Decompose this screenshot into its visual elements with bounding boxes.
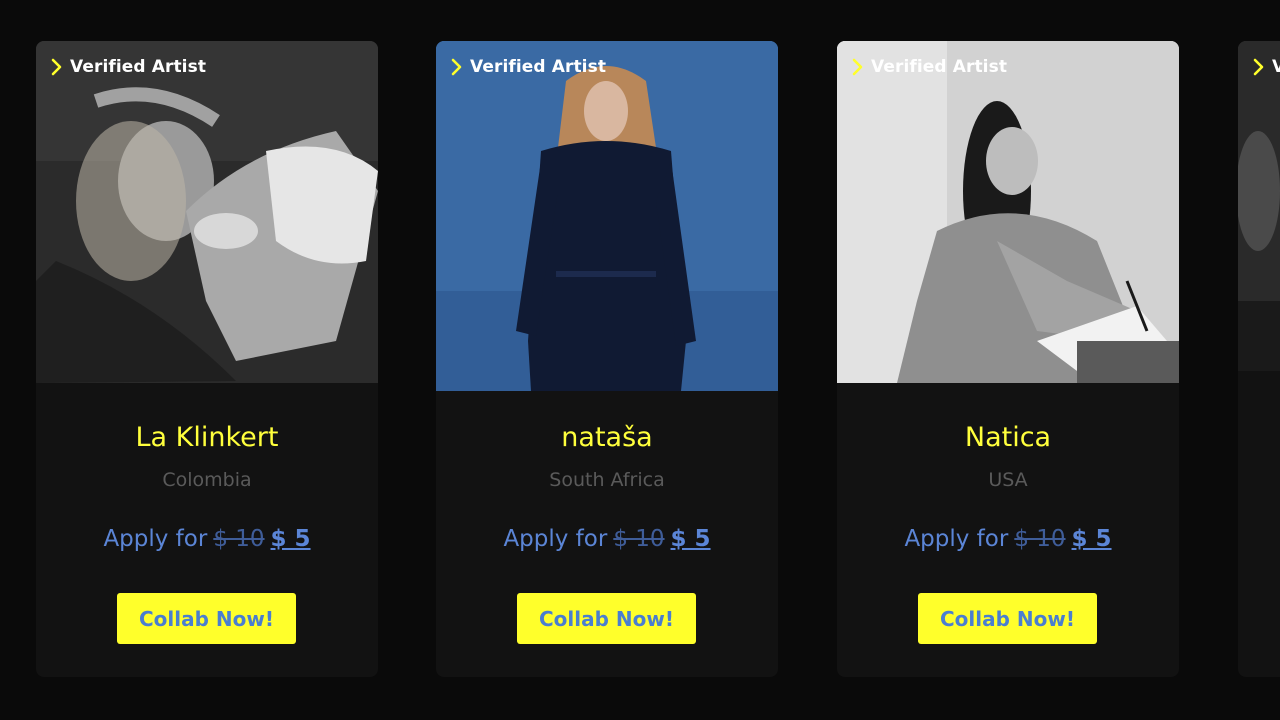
price-row: Apply for $ 10 $ 5	[837, 526, 1179, 552]
old-price: $ 10	[213, 526, 265, 552]
chevron-right-icon	[1253, 58, 1264, 76]
artist-photo-art	[1238, 41, 1280, 371]
badge-label: Verified Artist	[70, 57, 207, 77]
apply-label: Apply for	[103, 526, 208, 552]
old-price: $ 10	[1014, 526, 1066, 552]
badge-label: V	[1272, 57, 1280, 77]
apply-label: Apply for	[904, 526, 1009, 552]
price-row: Apply for $ 10 $ 5	[36, 526, 378, 552]
artist-photo	[436, 41, 778, 391]
collab-now-button[interactable]: Collab Now!	[918, 593, 1097, 644]
artist-carousel: Verified Artist La Klinkert Colombia App…	[0, 0, 1280, 720]
badge-label: Verified Artist	[871, 57, 1008, 77]
artist-name: Natica	[964, 422, 1052, 453]
old-price: $ 10	[613, 526, 665, 552]
artist-card[interactable]: V	[1238, 41, 1280, 677]
new-price-link[interactable]: $ 5	[271, 526, 311, 552]
verified-artist-badge: V	[1252, 57, 1280, 77]
artist-card[interactable]: Verified Artist Natica USA Apply for $ 10…	[837, 41, 1179, 677]
badge-label: Verified Artist	[470, 57, 607, 77]
artist-country: South Africa	[549, 469, 665, 491]
collab-now-button[interactable]: Collab Now!	[117, 593, 296, 644]
artist-card[interactable]: Verified Artist La Klinkert Colombia App…	[36, 41, 378, 677]
collab-now-button[interactable]: Collab Now!	[517, 593, 696, 644]
artist-name: La Klinkert	[135, 422, 279, 453]
artist-photo	[36, 41, 378, 383]
new-price-link[interactable]: $ 5	[1072, 526, 1112, 552]
verified-artist-badge: Verified Artist	[450, 57, 606, 77]
artist-photo	[1238, 41, 1280, 371]
chevron-right-icon	[852, 58, 863, 76]
chevron-right-icon	[51, 58, 62, 76]
verified-artist-badge: Verified Artist	[851, 57, 1007, 77]
price-row: Apply for $ 10 $ 5	[436, 526, 778, 552]
new-price-link[interactable]: $ 5	[671, 526, 711, 552]
verified-artist-badge: Verified Artist	[50, 57, 206, 77]
artist-country: Colombia	[162, 469, 252, 491]
artist-card[interactable]: Verified Artist nataša South Africa Appl…	[436, 41, 778, 677]
apply-label: Apply for	[503, 526, 608, 552]
artist-photo-art	[837, 41, 1179, 383]
artist-photo-art	[36, 41, 378, 383]
artist-photo-art	[436, 41, 778, 391]
artist-name: nataša	[561, 422, 653, 453]
chevron-right-icon	[451, 58, 462, 76]
artist-photo	[837, 41, 1179, 383]
artist-country: USA	[988, 469, 1028, 491]
